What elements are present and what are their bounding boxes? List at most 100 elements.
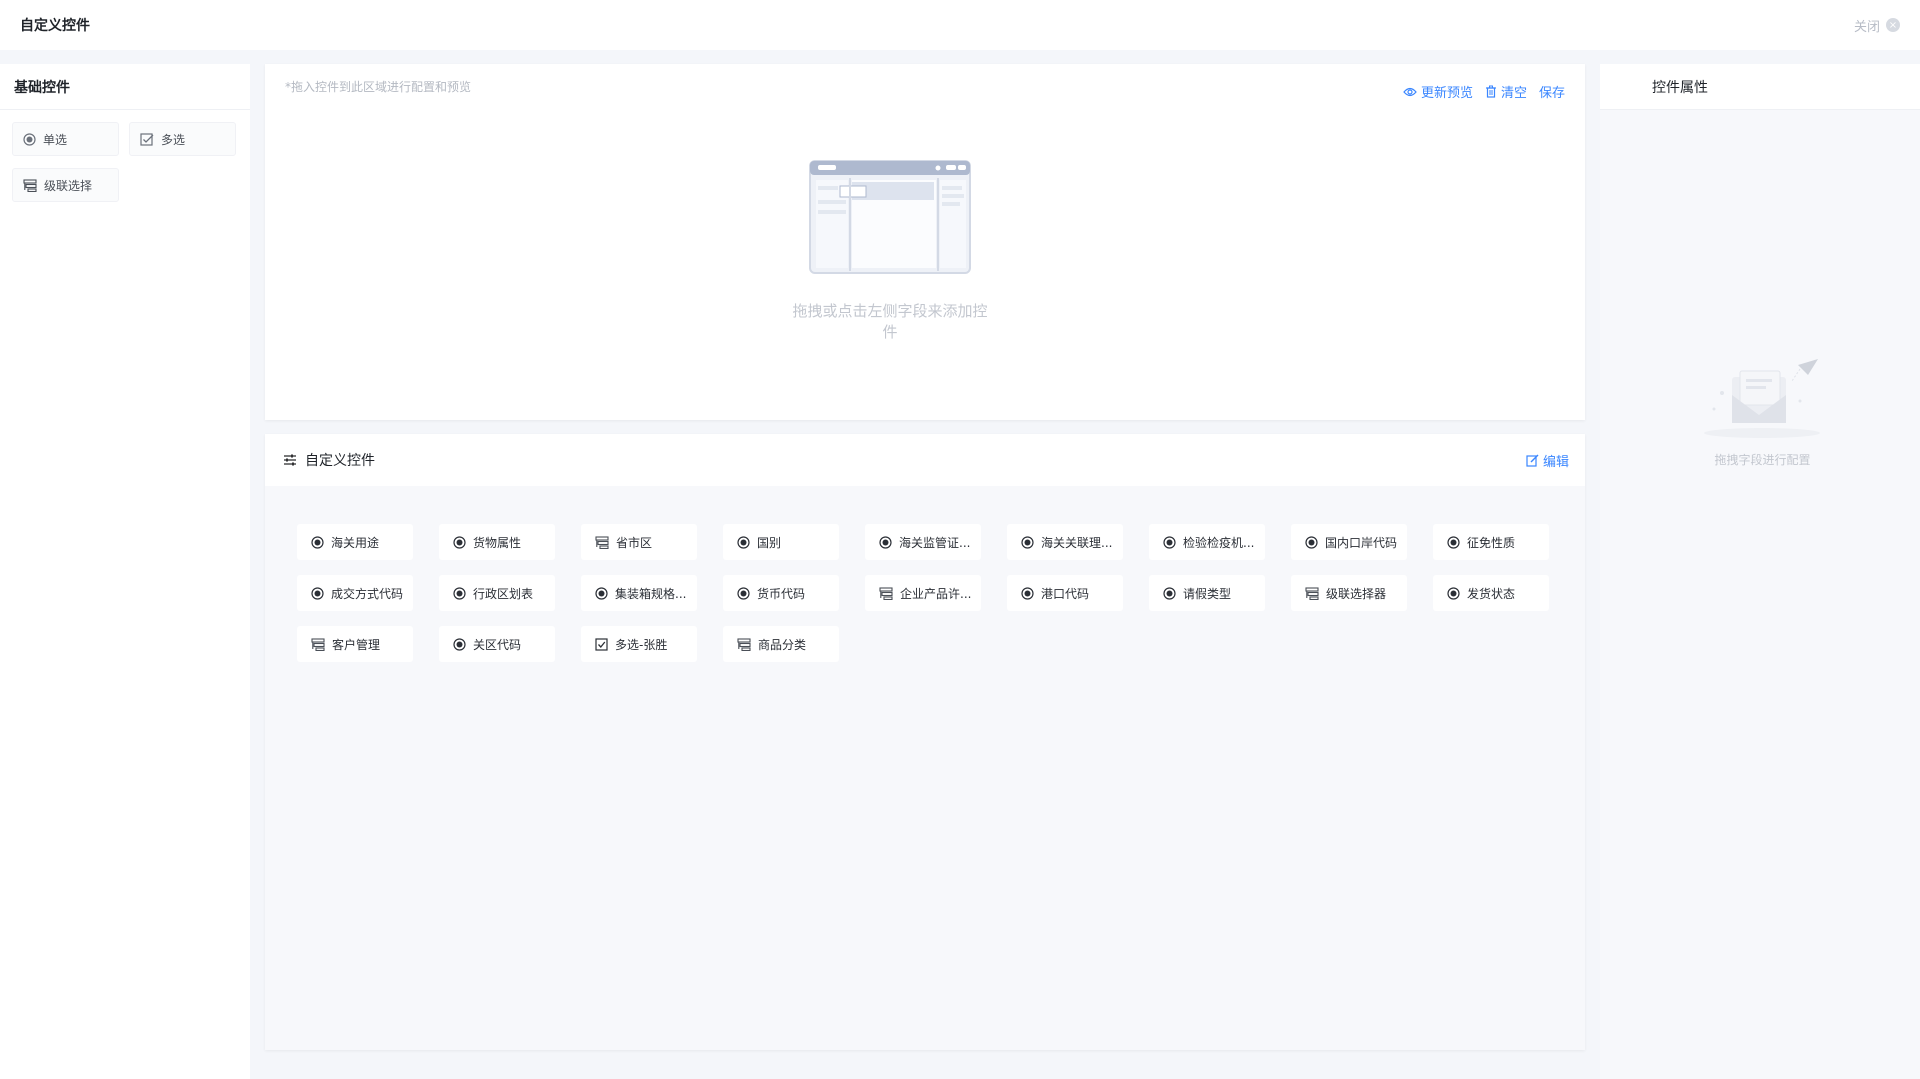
custom-control-item[interactable]: 企业产品许... [865, 575, 981, 611]
radio-icon [1447, 586, 1460, 600]
radio-icon [879, 535, 892, 549]
custom-control-item[interactable]: 集装箱规格... [581, 575, 697, 611]
edit-button[interactable]: 编辑 [1526, 451, 1569, 470]
cascade-icon [23, 178, 37, 192]
custom-control-item[interactable]: 省市区 [581, 524, 697, 560]
basic-control-radio[interactable]: 单选 [12, 122, 119, 156]
trash-icon [1485, 85, 1497, 98]
custom-control-item[interactable]: 商品分类 [723, 626, 839, 662]
radio-icon [1305, 535, 1318, 549]
custom-control-item[interactable]: 检验检疫机... [1149, 524, 1265, 560]
refresh-preview-button[interactable]: 更新预览 [1403, 82, 1473, 101]
custom-controls-title-wrap: 自定义控件 [283, 450, 375, 470]
custom-control-label: 海关监管证... [899, 535, 971, 550]
checkbox-checked-icon [595, 637, 608, 651]
custom-control-label: 客户管理 [332, 637, 381, 652]
edit-label: 编辑 [1542, 454, 1569, 470]
canvas-empty-text: 拖拽或点击左侧字段来添加控件 [792, 302, 988, 341]
canvas-action-label: 保存 [1538, 86, 1565, 101]
custom-control-label: 集装箱规格... [615, 586, 687, 601]
custom-control-label: 海关用途 [331, 535, 380, 550]
custom-controls-list: 海关用途 货物属性 省市区 国别 海关监管证... 海关关联理... 检验检疫机... 国内口… [265, 486, 1585, 662]
custom-control-label: 国别 [757, 535, 782, 550]
close-icon: × [1886, 18, 1900, 32]
radio-icon [737, 535, 750, 549]
cascade-icon [737, 637, 751, 651]
canvas-actions: 更新预览 清空 保存 [1403, 82, 1565, 101]
custom-control-label: 检验检疫机... [1183, 535, 1255, 550]
empty-envelope-illustration-icon [1700, 359, 1825, 441]
basic-controls-title: 基础控件 [0, 64, 250, 110]
custom-control-item[interactable]: 级联选择器 [1291, 575, 1407, 611]
custom-control-item[interactable]: 国内口岸代码 [1291, 524, 1407, 560]
design-canvas[interactable]: *拖入控件到此区域进行配置和预览 更新预览 清空 保存 拖拽或点击左侧字段来添加… [265, 64, 1585, 420]
canvas-action-label: 更新预览 [1420, 86, 1473, 101]
custom-control-item[interactable]: 货币代码 [723, 575, 839, 611]
radio-icon [1163, 586, 1176, 600]
custom-control-label: 级联选择器 [1326, 586, 1387, 601]
custom-controls-header: 自定义控件 编辑 [265, 434, 1585, 486]
cascade-icon [1305, 586, 1319, 600]
properties-empty-state: 拖拽字段进行配置 [1700, 359, 1825, 468]
radio-icon [311, 535, 324, 549]
custom-control-item[interactable]: 行政区划表 [439, 575, 555, 611]
canvas-hint: *拖入控件到此区域进行配置和预览 [285, 80, 472, 94]
custom-control-label: 行政区划表 [473, 586, 534, 601]
custom-control-label: 企业产品许... [900, 586, 972, 601]
radio-icon [23, 132, 36, 146]
custom-control-label: 关区代码 [473, 637, 522, 652]
close-label: 关闭 [1853, 19, 1880, 35]
custom-control-item[interactable]: 请假类型 [1149, 575, 1265, 611]
properties-title: 控件属性 [1600, 64, 1920, 110]
custom-control-label: 请假类型 [1183, 586, 1232, 601]
custom-control-label: 多选-张胜 [615, 637, 668, 652]
custom-control-item[interactable]: 国别 [723, 524, 839, 560]
custom-control-item[interactable]: 多选-张胜 [581, 626, 697, 662]
custom-control-item[interactable]: 客户管理 [297, 626, 413, 662]
checkbox-icon [140, 132, 154, 146]
radio-icon [1021, 535, 1034, 549]
close-button[interactable]: 关闭 × [1854, 16, 1900, 35]
radio-icon [311, 586, 324, 600]
custom-control-label: 发货状态 [1467, 586, 1516, 601]
cascade-icon [879, 586, 893, 600]
radio-icon [595, 586, 608, 600]
custom-control-item[interactable]: 货物属性 [439, 524, 555, 560]
custom-control-label: 海关关联理... [1041, 535, 1113, 550]
custom-control-item[interactable]: 征免性质 [1433, 524, 1549, 560]
custom-controls-title: 自定义控件 [305, 453, 375, 469]
custom-control-label: 货币代码 [757, 586, 806, 601]
basic-controls-panel: 基础控件 单选 多选级联选择 [0, 64, 250, 1079]
custom-control-label: 港口代码 [1041, 586, 1090, 601]
custom-controls-section: 自定义控件 编辑 海关用途 货物属性 省市区 国别 海关监管证... 海关关联理... 检验… [265, 434, 1585, 1050]
basic-control-label: 级联选择 [44, 178, 93, 193]
radio-icon [453, 535, 466, 549]
custom-control-label: 征免性质 [1467, 535, 1516, 550]
custom-control-item[interactable]: 成交方式代码 [297, 575, 413, 611]
radio-icon [453, 586, 466, 600]
top-bar: 自定义控件 关闭 × [0, 0, 1920, 50]
clear-button[interactable]: 清空 [1485, 82, 1527, 101]
radio-icon [1447, 535, 1460, 549]
cascade-icon [595, 535, 609, 549]
custom-control-item[interactable]: 海关监管证... [865, 524, 981, 560]
canvas-empty-state: 拖拽或点击左侧字段来添加控件 [790, 156, 990, 342]
eye-icon [1403, 87, 1417, 97]
basic-control-checkbox[interactable]: 多选 [129, 122, 236, 156]
custom-control-label: 商品分类 [758, 637, 807, 652]
sliders-icon [283, 453, 297, 467]
basic-control-cascade[interactable]: 级联选择 [12, 168, 119, 202]
custom-control-item[interactable]: 海关关联理... [1007, 524, 1123, 560]
basic-control-label: 单选 [43, 132, 68, 147]
save-button[interactable]: 保存 [1539, 82, 1565, 101]
basic-controls-list: 单选 多选级联选择 [0, 110, 250, 214]
radio-icon [453, 637, 466, 651]
radio-icon [1021, 586, 1034, 600]
custom-control-item[interactable]: 发货状态 [1433, 575, 1549, 611]
custom-control-item[interactable]: 海关用途 [297, 524, 413, 560]
custom-control-item[interactable]: 关区代码 [439, 626, 555, 662]
custom-control-item[interactable]: 港口代码 [1007, 575, 1123, 611]
properties-empty-text: 拖拽字段进行配置 [1714, 453, 1811, 467]
custom-control-label: 省市区 [616, 535, 653, 550]
cascade-icon [311, 637, 325, 651]
